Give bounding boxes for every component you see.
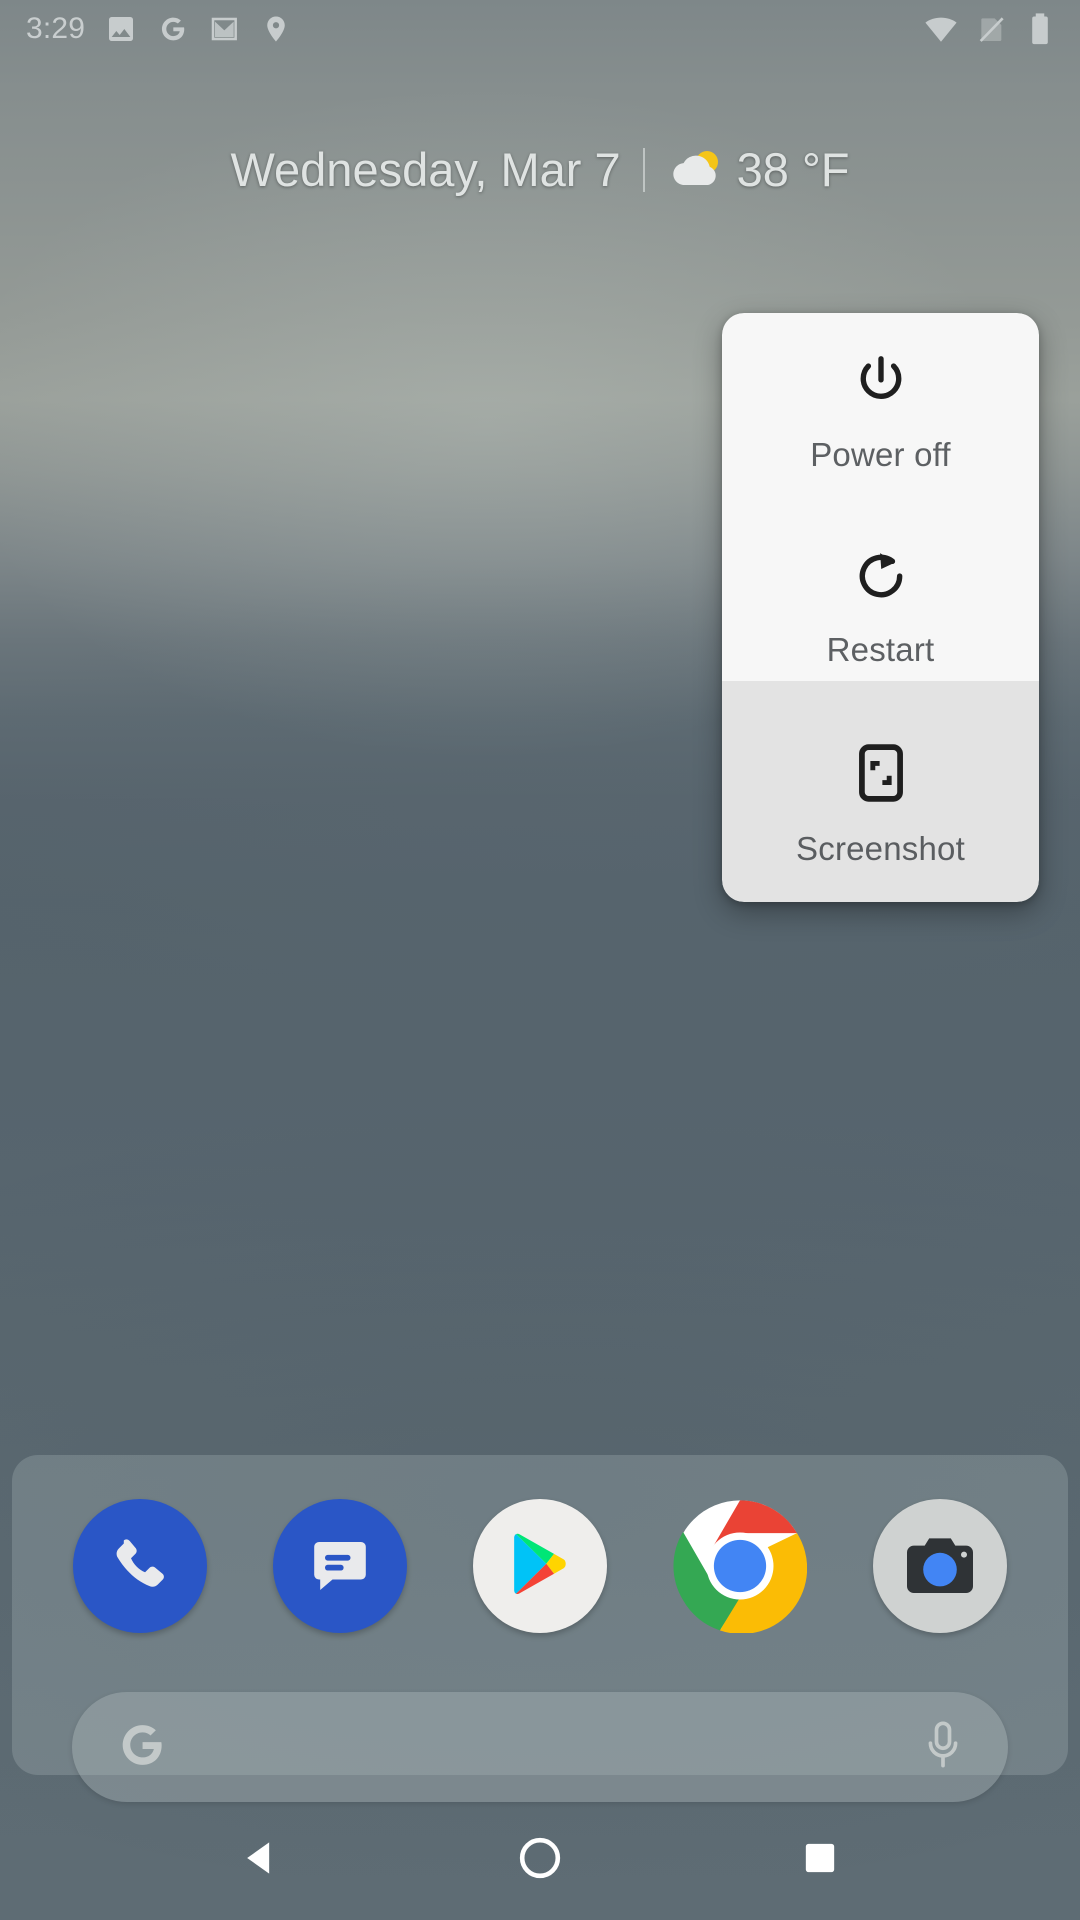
google-icon	[157, 13, 189, 45]
dock-app-play-store[interactable]	[473, 1499, 607, 1633]
temperature-text[interactable]: 38 °F	[737, 142, 850, 197]
status-bar-right	[924, 12, 1054, 46]
wifi-icon	[924, 12, 958, 46]
power-menu-dialog[interactable]: Power off Restart Screenshot	[722, 313, 1039, 902]
no-sim-icon	[976, 13, 1008, 45]
restart-label: Restart	[826, 631, 935, 668]
status-bar-left: 3:29	[26, 12, 291, 46]
widget-divider	[642, 147, 645, 192]
back-triangle-icon	[238, 1836, 282, 1885]
partly-cloudy-icon	[667, 145, 729, 195]
power-menu-secondary-section: Screenshot	[722, 681, 1039, 902]
photos-icon	[105, 13, 137, 45]
dock-icon-row	[12, 1499, 1068, 1633]
status-bar: 3:29	[0, 0, 1080, 58]
gmail-icon	[209, 13, 241, 45]
microphone-icon[interactable]	[920, 1719, 966, 1776]
location-icon	[261, 14, 291, 44]
restart-button[interactable]: Restart	[722, 508, 1039, 703]
dock-app-messages[interactable]	[273, 1499, 407, 1633]
dock-app-camera[interactable]	[873, 1499, 1007, 1633]
home-circle-icon	[517, 1835, 563, 1886]
google-g-icon	[114, 1717, 170, 1778]
power-menu-primary-section: Power off Restart	[722, 313, 1039, 703]
date-weather-widget[interactable]: Wednesday, Mar 7 38 °F	[0, 142, 1080, 197]
power-off-button[interactable]: Power off	[722, 313, 1039, 508]
status-bar-clock: 3:29	[26, 12, 86, 45]
screenshot-button[interactable]: Screenshot	[722, 703, 1039, 902]
power-off-label: Power off	[810, 436, 951, 473]
google-search-bar[interactable]	[72, 1692, 1008, 1802]
search-input[interactable]	[170, 1692, 920, 1802]
restart-icon	[853, 548, 909, 609]
power-icon	[853, 353, 909, 414]
screenshot-label: Screenshot	[796, 830, 965, 867]
battery-icon	[1026, 12, 1054, 46]
recents-button[interactable]	[760, 1800, 880, 1920]
date-text[interactable]: Wednesday, Mar 7	[231, 142, 621, 197]
dock-app-phone[interactable]	[73, 1499, 207, 1633]
back-button[interactable]	[200, 1800, 320, 1920]
home-button[interactable]	[480, 1800, 600, 1920]
navigation-bar	[0, 1800, 1080, 1920]
dock-app-chrome[interactable]	[673, 1499, 807, 1633]
recents-square-icon	[800, 1838, 840, 1883]
screenshot-icon	[855, 743, 907, 808]
